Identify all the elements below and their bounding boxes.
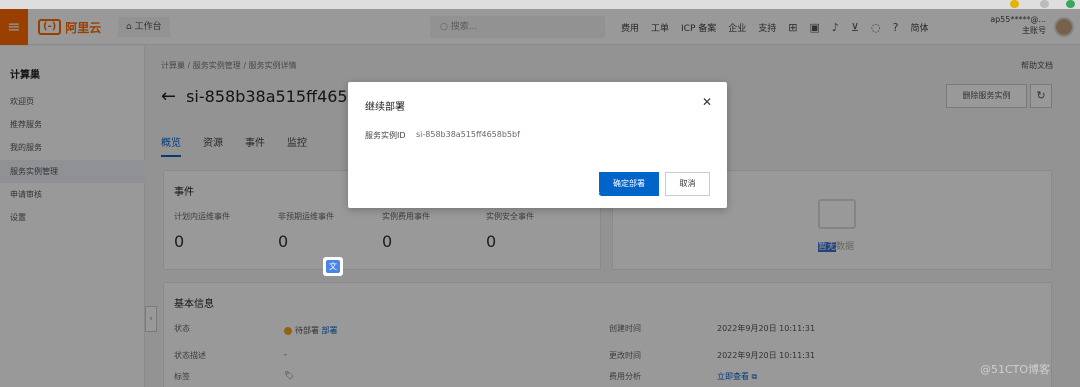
extension-icon[interactable]	[1040, 0, 1049, 8]
extension-icon[interactable]	[1010, 0, 1019, 8]
mouse-cursor-icon: ↖	[595, 190, 604, 201]
close-icon[interactable]: ✕	[702, 95, 712, 109]
profile-icon[interactable]	[1066, 0, 1075, 8]
translate-icon[interactable]: 文	[323, 257, 343, 276]
cancel-button[interactable]: 取消	[665, 172, 710, 196]
instance-id-label: 服务实例ID	[365, 131, 406, 140]
dialog-title: 继续部署	[365, 102, 405, 113]
watermark: @51CTO博客	[980, 363, 1051, 376]
browser-chrome-strip	[0, 0, 1080, 9]
instance-id-value: si-858b38a515ff4658b5bf	[416, 130, 520, 139]
continue-deploy-dialog: 继续部署 ✕ 服务实例ID si-858b38a515ff4658b5bf 确定…	[348, 82, 727, 208]
confirm-deploy-button[interactable]: 确定部署	[599, 172, 659, 196]
